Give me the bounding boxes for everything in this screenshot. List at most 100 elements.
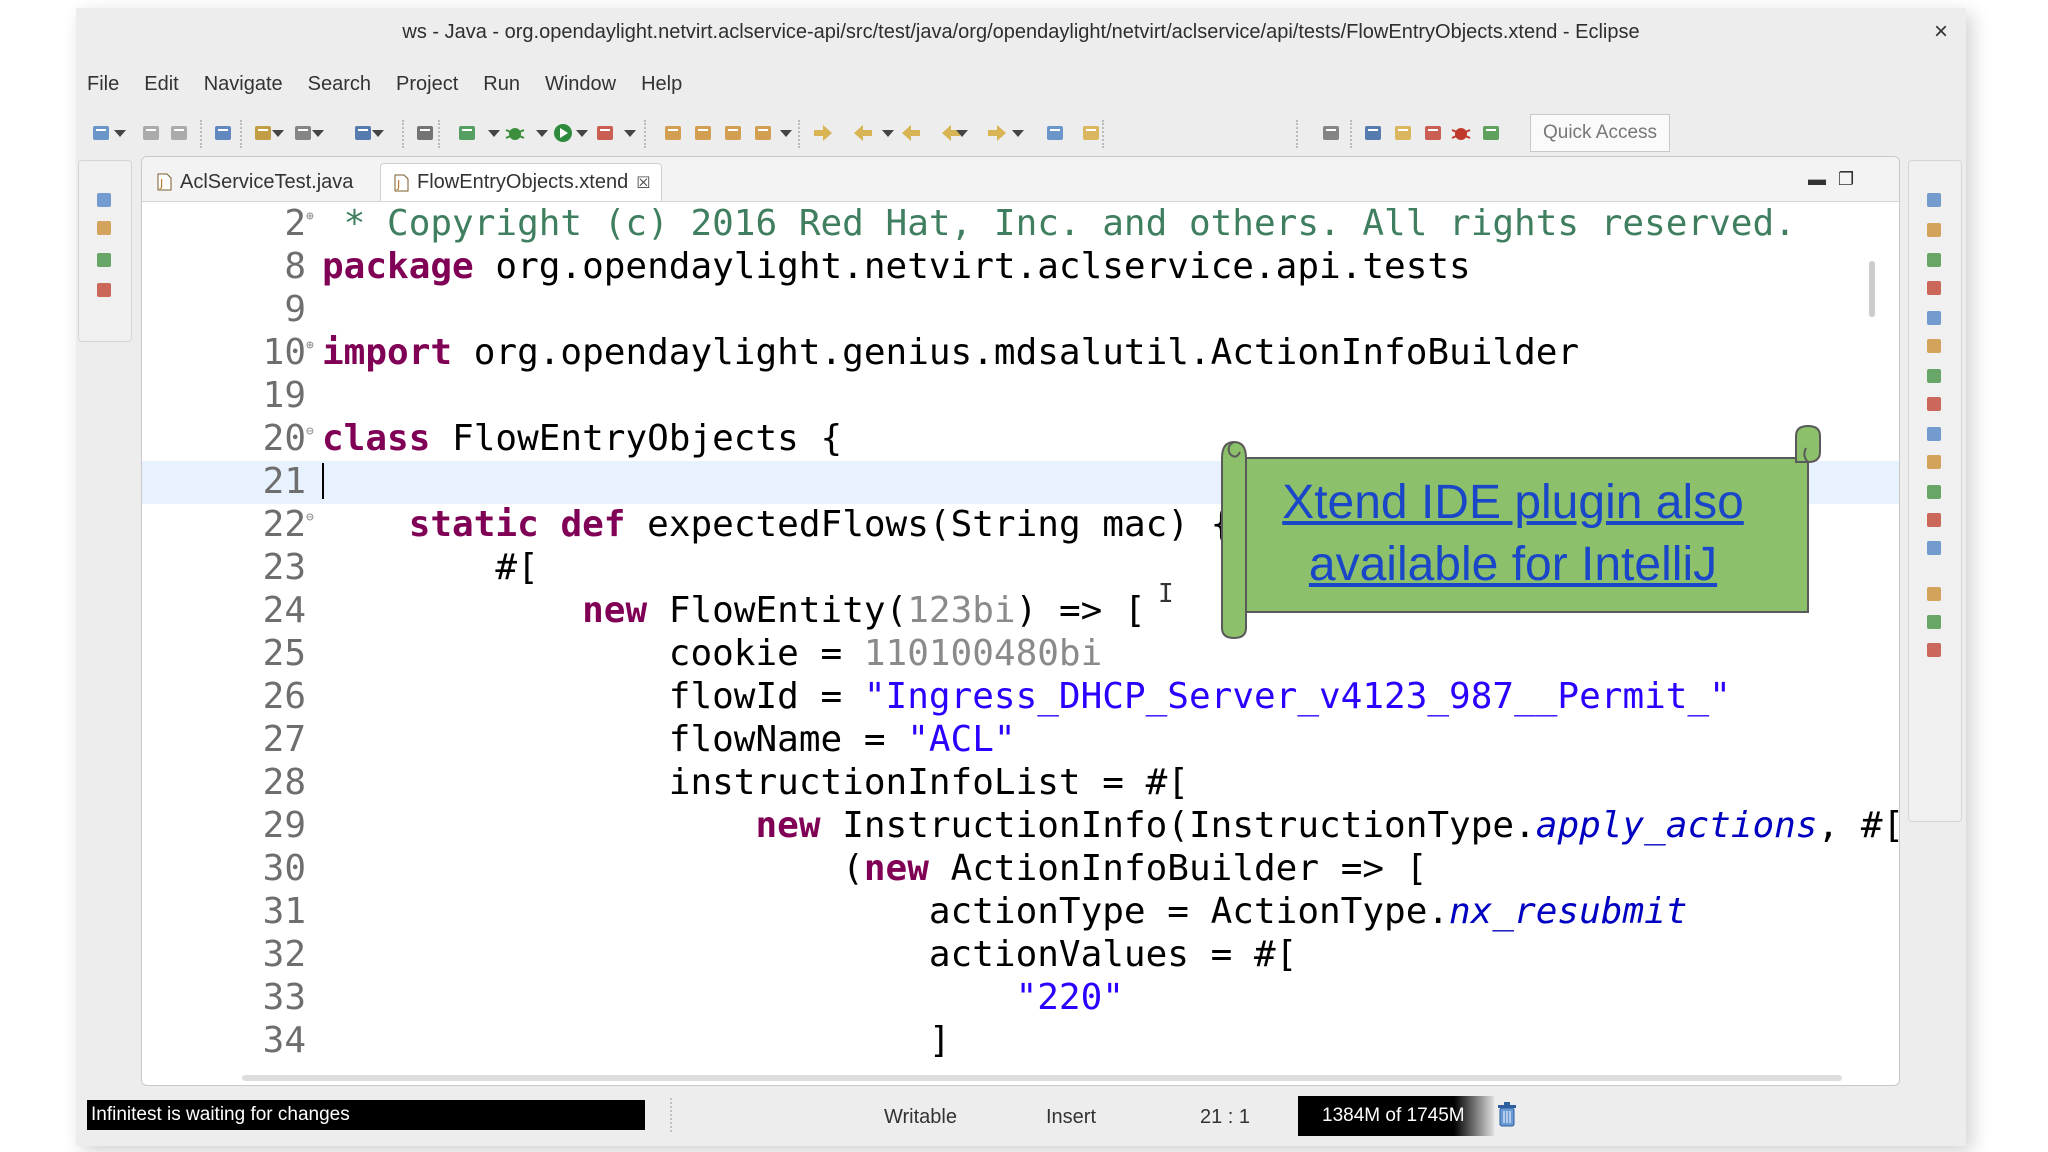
debug-icon[interactable] xyxy=(504,122,526,144)
horizontal-scrollbar[interactable] xyxy=(242,1075,1842,1081)
gradle-icon[interactable] xyxy=(1923,639,1945,661)
minimize-icon[interactable]: ▬ xyxy=(1808,169,1826,190)
fold-toggle-icon[interactable]: ⊖ xyxy=(306,510,314,525)
garbage-collect-icon[interactable] xyxy=(1496,1102,1518,1128)
code-token: ) => [ xyxy=(1015,590,1146,631)
external-tools-icon[interactable] xyxy=(594,122,616,144)
dropdown-arrow-icon[interactable] xyxy=(956,130,968,137)
code-line[interactable]: 33 "220" xyxy=(142,977,1899,1020)
plugin-perspective-icon[interactable] xyxy=(1480,122,1502,144)
code-line[interactable]: 30 (new ActionInfoBuilder => [ xyxy=(142,848,1899,891)
code-line[interactable]: 26 flowId = "Ingress_DHCP_Server_v4123_9… xyxy=(142,676,1899,719)
menu-search[interactable]: Search xyxy=(308,73,371,96)
debug-perspective-icon[interactable] xyxy=(1450,122,1472,144)
tab-close-icon[interactable]: ☒ xyxy=(636,173,650,193)
heap-status[interactable]: 1384M of 1745M xyxy=(1298,1096,1494,1136)
close-icon[interactable]: × xyxy=(1934,18,1948,46)
restore-icon[interactable] xyxy=(1923,583,1945,605)
console-icon[interactable] xyxy=(212,122,234,144)
dropdown-arrow-icon[interactable] xyxy=(272,130,284,137)
link-icon[interactable] xyxy=(292,122,314,144)
code-line[interactable]: 28 instructionInfoList = #[ xyxy=(142,762,1899,805)
dropdown-arrow-icon[interactable] xyxy=(536,130,548,137)
package-explorer-icon[interactable] xyxy=(93,217,115,239)
mark-icon[interactable] xyxy=(1080,122,1102,144)
restore-icon[interactable] xyxy=(1923,189,1945,211)
open-perspective-icon[interactable] xyxy=(1320,122,1342,144)
git-perspective-icon[interactable] xyxy=(1422,122,1444,144)
menu-file[interactable]: File xyxy=(87,73,119,96)
outline-icon[interactable] xyxy=(352,122,374,144)
code-line[interactable]: 8 package org.opendaylight.netvirt.aclser… xyxy=(142,246,1899,289)
code-line[interactable]: 2 ⊕ * Copyright (c) 2016 Red Hat, Inc. an… xyxy=(142,203,1899,246)
outline-view-icon[interactable] xyxy=(1923,219,1945,241)
menu-navigate[interactable]: Navigate xyxy=(204,73,283,96)
coverage-view-icon[interactable] xyxy=(1923,481,1945,503)
task-list-icon[interactable] xyxy=(1923,249,1945,271)
coverage-icon[interactable] xyxy=(456,122,478,144)
save-icon[interactable] xyxy=(140,122,162,144)
dropdown-arrow-icon[interactable] xyxy=(1012,130,1024,137)
previous-annotation-icon[interactable] xyxy=(852,122,874,144)
new-java-project-icon[interactable] xyxy=(662,122,684,144)
tab-flowentryobjects-xtend[interactable]: J FlowEntryObjects.xtend ☒ xyxy=(380,163,662,201)
code-line[interactable]: 19 xyxy=(142,375,1899,418)
next-annotation-icon[interactable] xyxy=(812,122,834,144)
pin-editor-icon[interactable] xyxy=(1044,122,1066,144)
java-perspective-icon[interactable] xyxy=(1362,122,1384,144)
menu-edit[interactable]: Edit xyxy=(144,73,178,96)
restore-icon[interactable] xyxy=(93,189,115,211)
code-line[interactable]: 29 new InstructionInfo(InstructionType.a… xyxy=(142,805,1899,848)
search-view-icon[interactable] xyxy=(1923,365,1945,387)
code-token: , #[ xyxy=(1817,805,1899,846)
git-staging-icon[interactable] xyxy=(1923,393,1945,415)
dropdown-arrow-icon[interactable] xyxy=(312,130,324,137)
fold-toggle-icon[interactable]: ⊕ xyxy=(306,209,314,224)
open-type-icon[interactable] xyxy=(752,122,774,144)
code-line[interactable]: 10 ⊕ import org.opendaylight.genius.mdsalu… xyxy=(142,332,1899,375)
forward-icon[interactable] xyxy=(986,122,1008,144)
quick-access-field[interactable]: Quick Access xyxy=(1530,114,1670,152)
menu-window[interactable]: Window xyxy=(545,73,616,96)
infinitest-status[interactable]: Infinitest is waiting for changes xyxy=(87,1100,645,1130)
menu-help[interactable]: Help xyxy=(641,73,682,96)
servers-view-icon[interactable] xyxy=(1923,451,1945,473)
dropdown-arrow-icon[interactable] xyxy=(882,130,894,137)
call-hierarchy-icon[interactable] xyxy=(1923,509,1945,531)
code-line[interactable]: 9 xyxy=(142,289,1899,332)
history-view-icon[interactable] xyxy=(1923,423,1945,445)
fold-toggle-icon[interactable]: ⊖ xyxy=(306,424,314,439)
maximize-icon[interactable]: ❐ xyxy=(1838,169,1854,190)
menu-project[interactable]: Project xyxy=(396,73,458,96)
outline-icon[interactable] xyxy=(1923,611,1945,633)
code-line[interactable]: 27 flowName = "ACL" xyxy=(142,719,1899,762)
tasks-view-icon[interactable] xyxy=(1923,537,1945,559)
save-all-icon[interactable] xyxy=(168,122,190,144)
console-view-icon[interactable] xyxy=(1923,277,1945,299)
tab-aclservicetest-java[interactable]: J AclServiceTest.java xyxy=(144,163,363,201)
dropdown-arrow-icon[interactable] xyxy=(780,130,792,137)
run-icon[interactable] xyxy=(552,122,574,144)
junit-icon[interactable] xyxy=(93,279,115,301)
debug-config-icon[interactable] xyxy=(252,122,274,144)
callout-link-text[interactable]: Xtend IDE plugin also available for Inte… xyxy=(1258,472,1768,596)
dropdown-arrow-icon[interactable] xyxy=(624,130,636,137)
java-ee-perspective-icon[interactable] xyxy=(1392,122,1414,144)
fold-toggle-icon[interactable]: ⊕ xyxy=(306,338,314,353)
type-hierarchy-icon[interactable] xyxy=(93,249,115,271)
new-class-icon[interactable] xyxy=(722,122,744,144)
skip-breakpoints-icon[interactable] xyxy=(414,122,436,144)
problems-view-icon[interactable] xyxy=(1923,335,1945,357)
new-package-icon[interactable] xyxy=(692,122,714,144)
dropdown-arrow-icon[interactable] xyxy=(114,130,126,137)
new-icon[interactable] xyxy=(90,122,112,144)
code-line[interactable]: 31 actionType = ActionType.nx_resubmit xyxy=(142,891,1899,934)
code-line[interactable]: 32 actionValues = #[ xyxy=(142,934,1899,977)
dropdown-arrow-icon[interactable] xyxy=(576,130,588,137)
dropdown-arrow-icon[interactable] xyxy=(488,130,500,137)
last-edit-icon[interactable] xyxy=(900,122,922,144)
dropdown-arrow-icon[interactable] xyxy=(372,130,384,137)
menu-run[interactable]: Run xyxy=(483,73,520,96)
progress-view-icon[interactable] xyxy=(1923,307,1945,329)
code-line[interactable]: 34 ] xyxy=(142,1020,1899,1063)
